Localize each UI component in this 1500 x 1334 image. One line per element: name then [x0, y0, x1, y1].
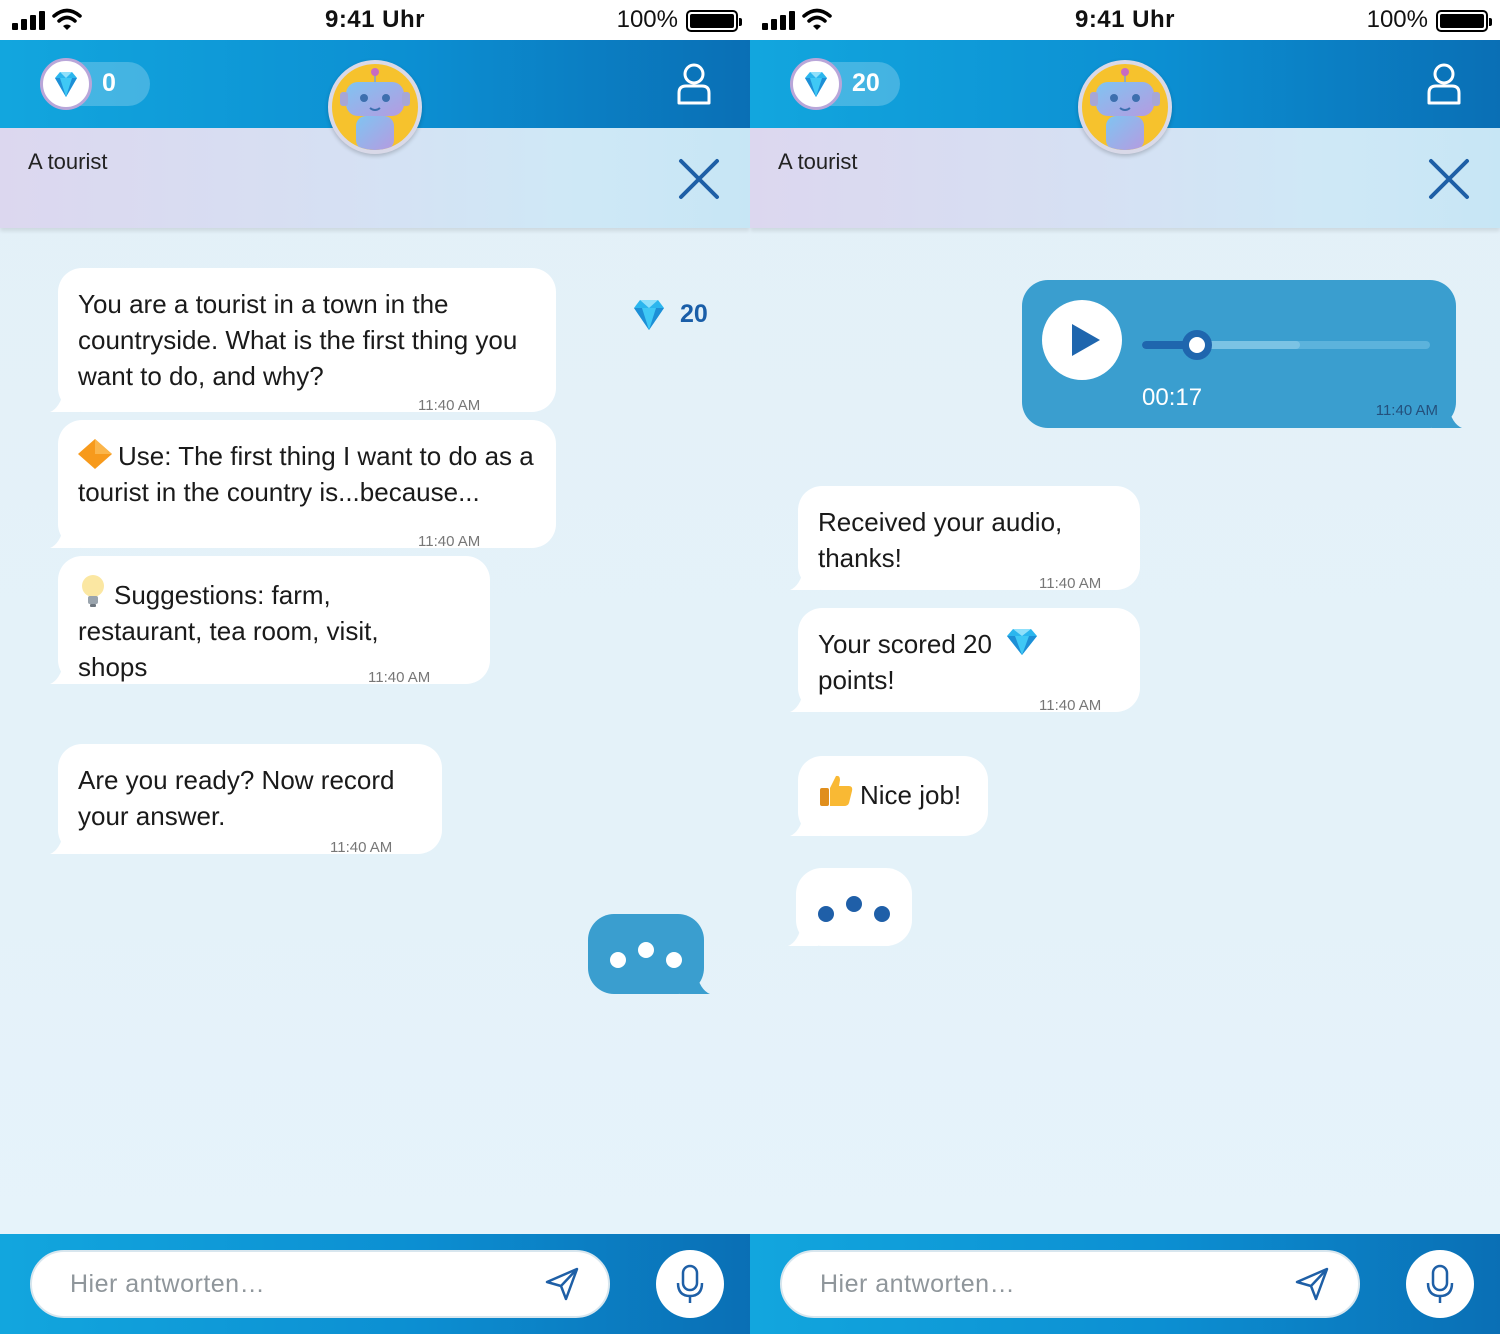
battery-percentage: 100%: [1366, 6, 1428, 33]
reward-value: 20: [680, 299, 708, 328]
reply-input[interactable]: [780, 1250, 1360, 1318]
status-bar: 9:41 Uhr 100%: [0, 0, 750, 40]
reply-input[interactable]: [30, 1250, 610, 1318]
message-text: Nice job!: [860, 780, 962, 810]
battery-percentage: 100%: [616, 6, 678, 33]
message-timestamp: 11:40 AM: [1375, 402, 1438, 419]
message-text-line2: points!: [818, 665, 895, 695]
robot-icon: [1090, 68, 1160, 150]
lightbulb-icon: [82, 575, 104, 607]
score-badge[interactable]: 0: [40, 58, 150, 110]
typing-indicator: [788, 868, 912, 946]
diamond-icon: [634, 300, 664, 330]
diamond-icon: [1007, 629, 1038, 655]
send-icon[interactable]: [1294, 1266, 1330, 1302]
play-icon: [1072, 324, 1100, 356]
bot-message: Your scored 20 points! 11:40 AM: [790, 608, 1140, 714]
input-bar: [0, 1234, 750, 1334]
microphone-icon: [1426, 1264, 1454, 1303]
microphone-icon: [676, 1264, 704, 1303]
audio-progress-knob[interactable]: [1181, 330, 1212, 360]
message-timestamp: 11:40 AM: [1039, 697, 1102, 714]
diamond-icon: [40, 58, 92, 110]
chat-screen-right: 9:41 Uhr 100% 20 A tourist 00:17 11:40 A…: [750, 0, 1500, 1334]
topic-title: A tourist: [28, 149, 108, 174]
score-value: 20: [852, 69, 880, 97]
message-timestamp: 11:40 AM: [418, 533, 481, 550]
message-timestamp: 11:40 AM: [368, 669, 431, 686]
robot-icon: [340, 68, 410, 150]
user-profile-icon[interactable]: [1426, 62, 1462, 106]
message-timestamp: 11:40 AM: [1039, 575, 1102, 592]
robot-avatar: [328, 60, 422, 154]
diamond-icon: [790, 58, 842, 110]
microphone-button[interactable]: [656, 1250, 724, 1318]
bot-message: You are a tourist in a town in the count…: [50, 268, 556, 414]
battery-icon: [686, 10, 742, 32]
message-text: Use: The first thing I want to do as a t…: [78, 441, 534, 507]
audio-message: 00:17 11:40 AM: [1022, 280, 1462, 428]
bot-message: Suggestions: farm, restaurant, tea room,…: [50, 556, 490, 686]
message-text: Your scored 20: [818, 629, 992, 659]
battery-icon: [1436, 10, 1492, 32]
audio-duration: 00:17: [1142, 384, 1203, 411]
chat-screen-left: 9:41 Uhr 100% 0 A tourist You are a tour…: [0, 0, 750, 1334]
message-text: Suggestions: farm, restaurant, tea room,…: [78, 580, 379, 682]
close-icon[interactable]: [678, 158, 720, 200]
microphone-button[interactable]: [1406, 1250, 1474, 1318]
bot-message: Nice job!: [790, 756, 988, 836]
bot-message: Received your audio, thanks! 11:40 AM: [790, 486, 1140, 592]
orange-diamond-icon: [78, 439, 112, 469]
user-profile-icon[interactable]: [676, 62, 712, 106]
message-text: Are you ready? Now record your answer.: [78, 765, 395, 831]
audio-progress-bar[interactable]: [1142, 330, 1430, 360]
bot-message: Are you ready? Now record your answer. 1…: [50, 744, 442, 856]
score-value: 0: [102, 69, 116, 97]
message-timestamp: 11:40 AM: [330, 839, 393, 856]
message-timestamp: 11:40 AM: [418, 397, 481, 414]
reward-points: 20: [632, 296, 708, 332]
topic-title: A tourist: [778, 149, 858, 174]
send-icon[interactable]: [544, 1266, 580, 1302]
status-bar: 9:41 Uhr 100%: [750, 0, 1500, 40]
close-icon[interactable]: [1428, 158, 1470, 200]
typing-indicator: [588, 914, 710, 994]
input-bar: [750, 1234, 1500, 1334]
play-button[interactable]: [1042, 300, 1122, 380]
thumbs-up-icon: [820, 775, 853, 806]
message-text: You are a tourist in a town in the count…: [78, 289, 518, 391]
bot-message: Use: The first thing I want to do as a t…: [50, 420, 556, 550]
score-badge[interactable]: 20: [790, 58, 900, 110]
robot-avatar: [1078, 60, 1172, 154]
